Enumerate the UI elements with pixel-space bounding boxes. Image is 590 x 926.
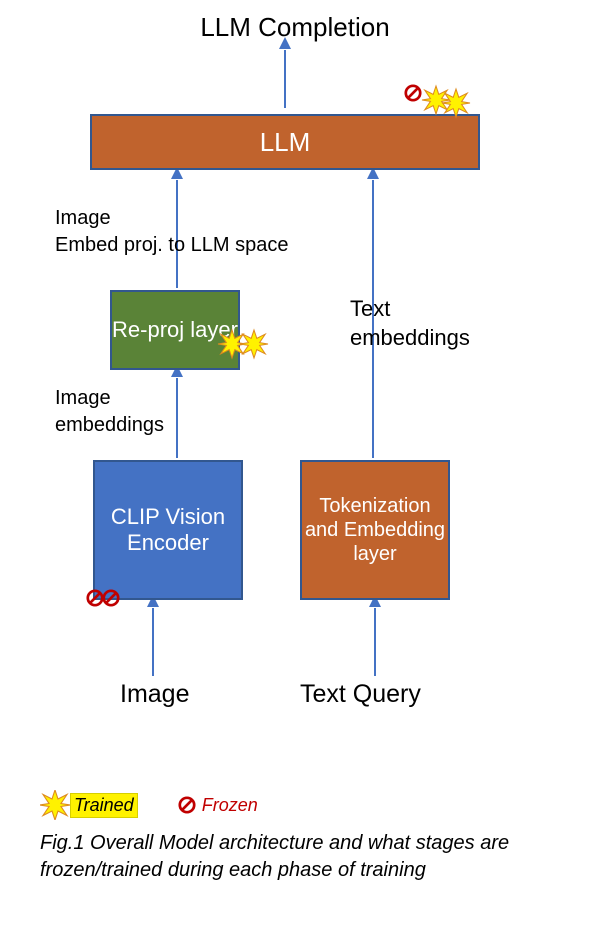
label-text-embeddings: Text embeddings [350,295,470,352]
trained-icon [442,89,470,117]
legend-item-trained: Trained [40,790,138,820]
label-image-embed-proj: Image Embed proj. to LLM space [55,205,288,259]
label-image-input: Image [120,680,189,709]
legend: Trained Frozen [40,790,298,820]
legend-label-trained: Trained [70,793,138,818]
label-line: embeddings [350,325,470,350]
label-line: Embed proj. to LLM space [55,234,288,256]
label-line: Text [350,296,390,321]
arrow-llm-to-output [284,50,286,108]
tokenization-embedding-box: Tokenization and Embedding layer [300,460,450,600]
arrow-clip-to-reproj [176,378,178,458]
architecture-diagram: LLM Completion LLM Re-proj layer CLIP Vi… [0,0,590,780]
label-line: Image [55,387,111,409]
label-image-embeddings: Image embeddings [55,385,164,439]
legend-label-frozen: Frozen [202,795,258,816]
label-line: embeddings [55,414,164,436]
figure-caption: Fig.1 Overall Model architecture and wha… [40,830,550,884]
llm-box: LLM [90,114,480,170]
arrow-textquery-to-tokemb [374,608,376,676]
frozen-icon [178,796,196,814]
label-text-query-input: Text Query [300,680,421,709]
legend-item-frozen: Frozen [178,795,258,816]
trained-icon [40,790,70,820]
output-label: LLM Completion [0,12,590,43]
frozen-icon [102,589,120,607]
trained-icon [240,330,268,358]
arrow-image-to-clip [152,608,154,676]
frozen-icon [404,84,422,102]
clip-vision-encoder-box: CLIP Vision Encoder [93,460,243,600]
label-line: Image [55,207,111,229]
